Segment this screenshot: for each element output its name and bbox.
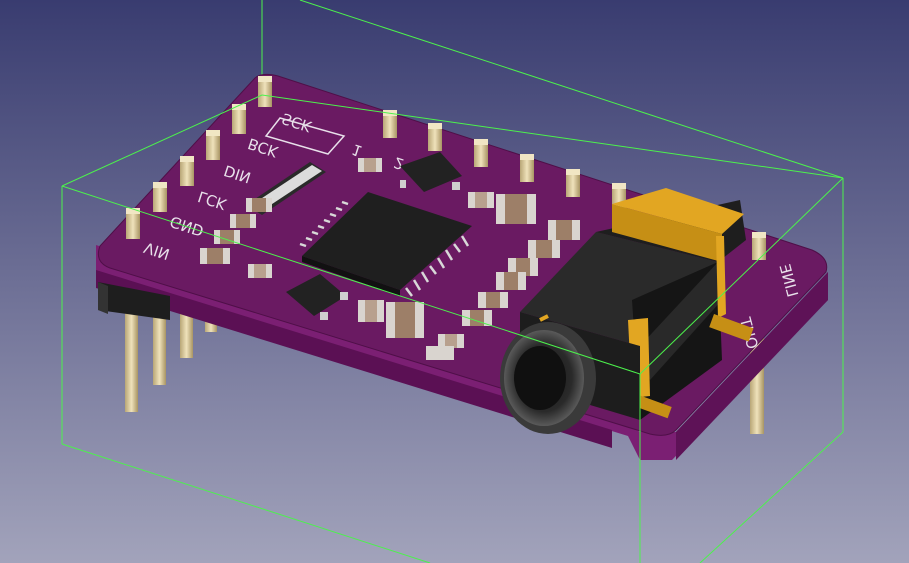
3d-viewport[interactable]: SCK BCK DIN LCK GND VIN 1 2 LINE OUT <box>0 0 909 563</box>
pcb-3d-scene[interactable]: SCK BCK DIN LCK GND VIN 1 2 LINE OUT <box>0 0 909 563</box>
